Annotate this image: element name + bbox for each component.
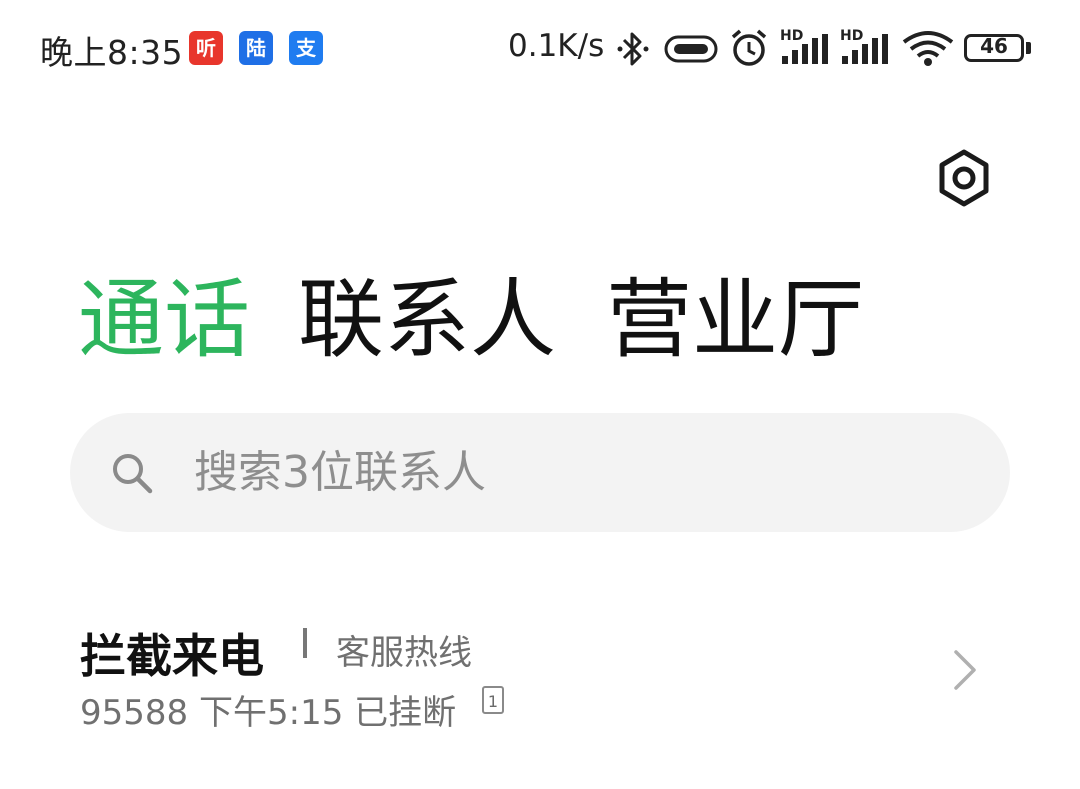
battery-cap	[1026, 42, 1031, 54]
settings-gear-icon[interactable]	[934, 148, 994, 208]
tab-contacts[interactable]: 联系人	[298, 265, 556, 375]
status-time: 晚上8:35	[40, 33, 184, 72]
network-speed: 0.1K/s	[508, 28, 605, 64]
call-log-item[interactable]: 拦截来电 客服热线 95588 下午5:15 已挂断 1	[0, 590, 1080, 740]
tab-service-hall[interactable]: 营业厅	[606, 265, 864, 375]
call-title: 拦截来电	[80, 629, 264, 683]
status-bar: 晚上8:35 听 陆 支 0.1K/s HD HD 46	[0, 0, 1080, 96]
chevron-right-icon[interactable]	[948, 648, 980, 692]
ting-app-icon: 听	[189, 31, 223, 65]
call-meta: 95588 下午5:15 已挂断	[80, 685, 456, 734]
lu-app-icon: 陆	[239, 31, 273, 65]
wifi-icon	[902, 31, 954, 66]
battery-icon: 46	[964, 34, 1024, 62]
call-tag: 客服热线	[336, 633, 472, 673]
vibrate-icon	[664, 35, 718, 63]
call-number: 95588	[80, 693, 189, 733]
sim-card-icon: 1	[482, 686, 504, 714]
call-time: 下午5:15	[198, 693, 344, 733]
search-icon	[113, 454, 153, 494]
tab-calls[interactable]: 通话	[78, 265, 250, 375]
alipay-app-icon: 支	[289, 31, 323, 65]
call-status: 已挂断	[354, 693, 457, 733]
signal-strength-icon	[842, 34, 888, 64]
bluetooth-icon	[617, 32, 649, 66]
battery-level: 46	[980, 34, 1008, 58]
divider	[303, 628, 307, 658]
search-input[interactable]: 搜索3位联系人	[70, 413, 1010, 532]
signal-strength-icon	[782, 34, 828, 64]
search-placeholder: 搜索3位联系人	[194, 447, 486, 498]
alarm-icon	[731, 29, 767, 66]
